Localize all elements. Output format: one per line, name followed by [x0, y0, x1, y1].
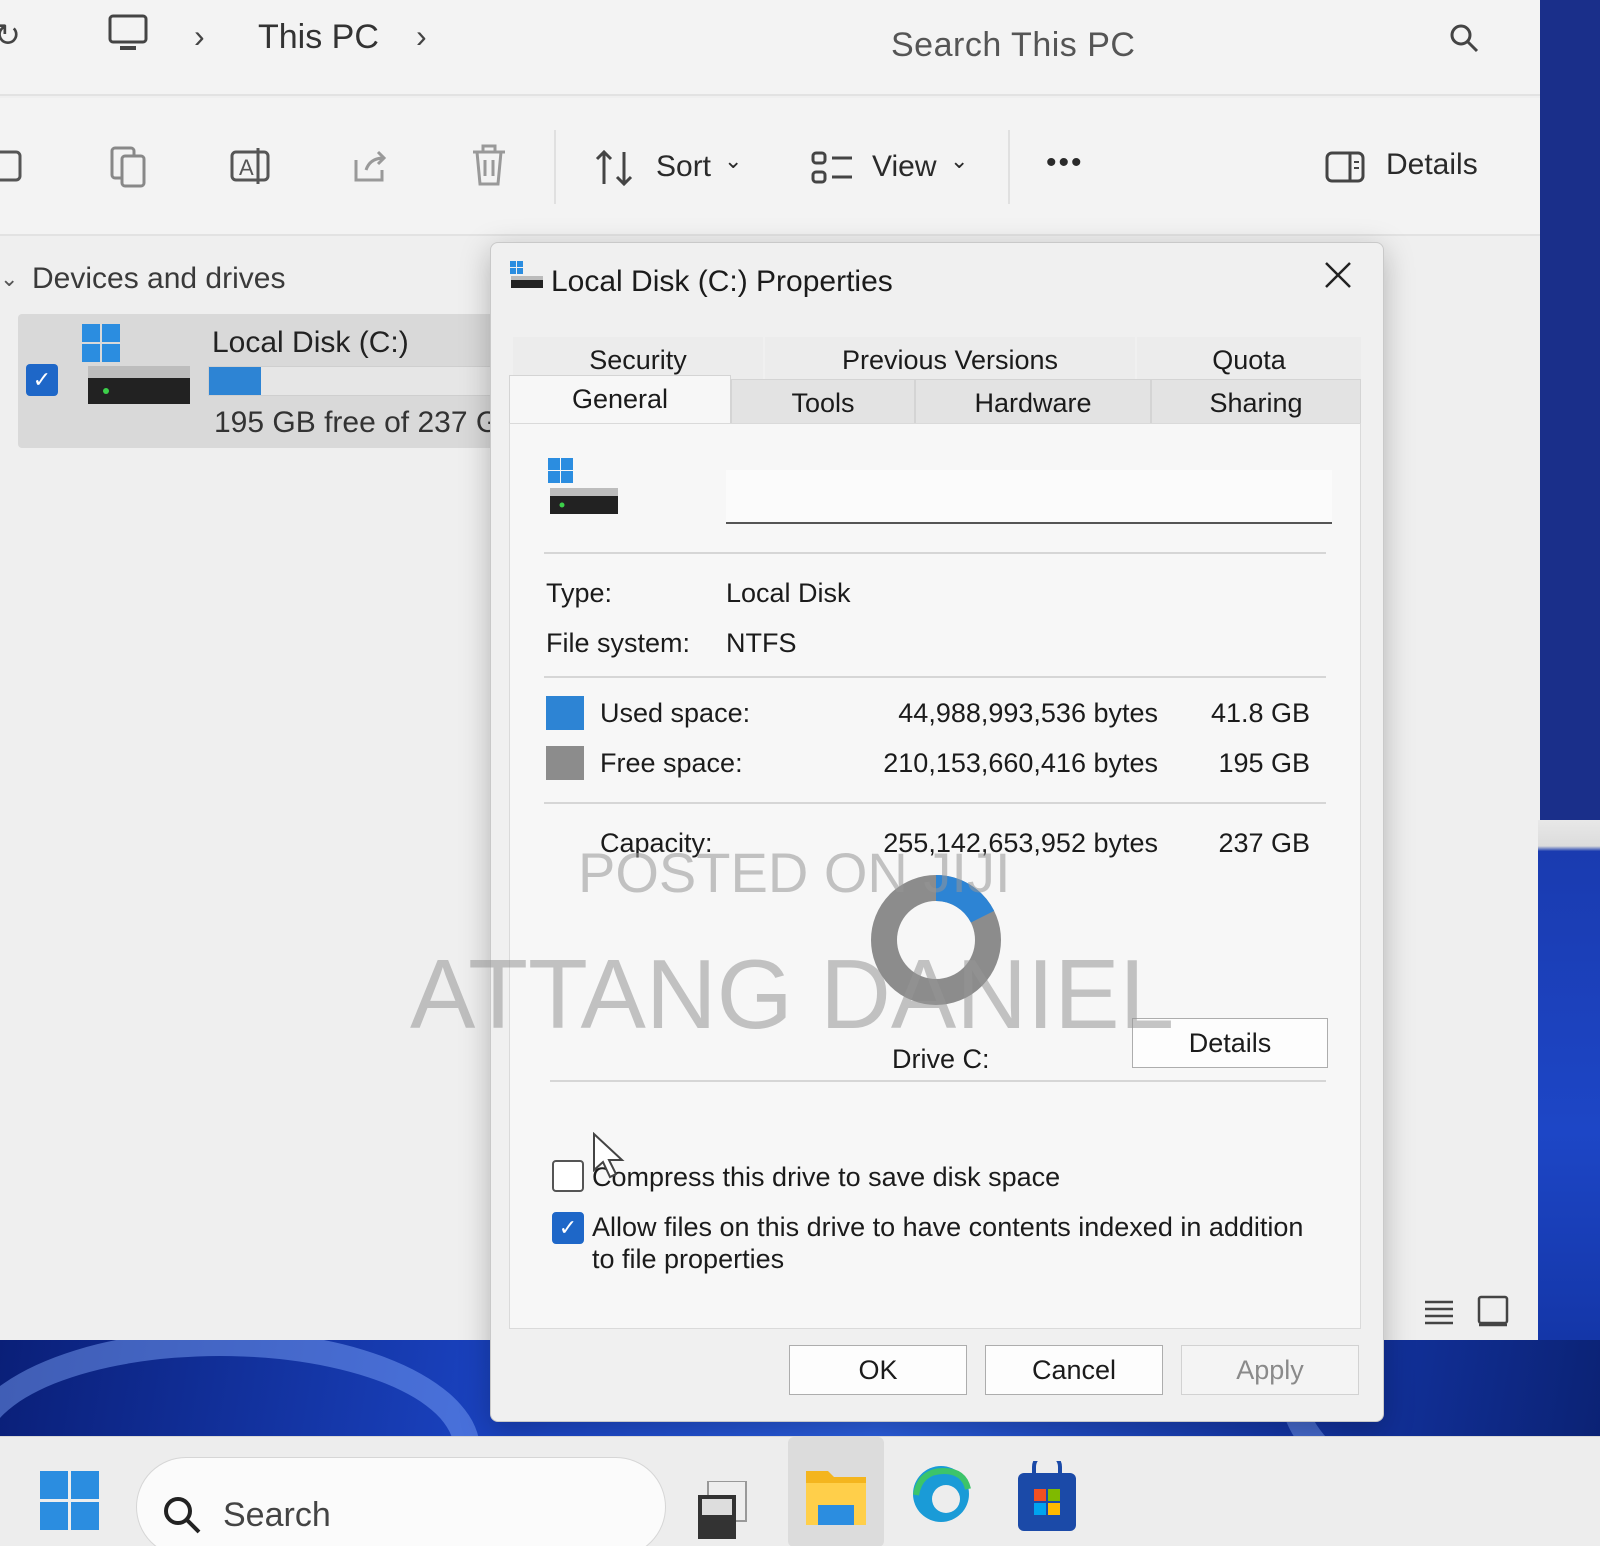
view-icon	[811, 151, 852, 184]
breadcrumb-this-pc[interactable]: This PC	[258, 18, 379, 57]
divider	[544, 676, 1326, 678]
used-space-label: Used space:	[600, 698, 751, 728]
search-icon[interactable]	[1448, 22, 1480, 59]
used-space-size: 41.8 GB	[1210, 698, 1310, 728]
watermark-line1: POSTED ON JIJI	[578, 841, 1011, 904]
details-view-icon[interactable]	[1422, 1294, 1456, 1333]
apply-button[interactable]: Apply	[1181, 1345, 1359, 1395]
search-input[interactable]: Search This PC	[891, 26, 1135, 65]
drive-usage-fill	[209, 367, 262, 395]
close-icon	[1325, 262, 1351, 288]
file-system-value: NTFS	[726, 628, 797, 658]
view-label: View	[872, 150, 937, 183]
details-pane-icon	[1325, 151, 1365, 183]
free-space-size: 195 GB	[1218, 748, 1310, 778]
this-pc-icon[interactable]	[106, 12, 150, 64]
tab-tools[interactable]: Tools	[731, 379, 915, 425]
chevron-right-icon[interactable]: ›	[194, 18, 205, 55]
search-box[interactable]: Search This PC	[846, 8, 1530, 84]
drive-title-icon	[509, 261, 545, 296]
devices-section-header[interactable]: Devices and drives	[32, 262, 285, 296]
drive-free-text: 195 GB free of 237 G	[214, 406, 500, 439]
tiles-view-icon[interactable]	[1476, 1294, 1510, 1333]
collapse-chevron-icon[interactable]: ⌄	[0, 266, 18, 292]
free-space-bytes: 210,153,660,416 bytes	[883, 748, 1158, 778]
dialog-title: Local Disk (C:) Properties	[551, 265, 893, 298]
drive-name: Local Disk (C:)	[212, 326, 409, 359]
toolbar-separator	[1008, 130, 1010, 204]
chevron-down-icon: ⌄	[950, 148, 969, 173]
share-icon[interactable]	[350, 146, 390, 191]
file-explorer-taskbar-button[interactable]	[788, 1437, 884, 1546]
type-value: Local Disk	[726, 578, 851, 608]
svg-text:A: A	[239, 155, 254, 180]
close-button[interactable]	[1323, 257, 1353, 299]
chevron-down-icon: ⌄	[724, 148, 743, 173]
used-space-swatch	[546, 696, 584, 730]
search-icon	[161, 1494, 203, 1541]
tab-sharing[interactable]: Sharing	[1151, 379, 1361, 425]
tab-hardware[interactable]: Hardware	[915, 379, 1151, 425]
details-pane-button[interactable]: Details	[1324, 146, 1504, 192]
toolbar-separator	[554, 130, 556, 204]
chevron-right-icon[interactable]: ›	[416, 18, 427, 55]
ok-button[interactable]: OK	[789, 1345, 967, 1395]
folder-icon	[804, 1465, 868, 1530]
divider	[544, 802, 1326, 804]
free-space-label: Free space:	[600, 748, 743, 778]
cut-icon[interactable]	[0, 146, 26, 191]
drive-select-checkbox[interactable]: ✓	[26, 364, 58, 396]
type-label: Type:	[546, 578, 613, 608]
free-space-swatch	[546, 746, 584, 780]
volume-label-input[interactable]	[726, 470, 1332, 524]
tab-general[interactable]: General	[509, 375, 731, 425]
view-button[interactable]: View ⌄	[810, 146, 980, 192]
drive-tile-c[interactable]: ✓ Local Disk (C:) 195 GB free of 237 G	[18, 314, 508, 448]
index-checkbox[interactable]: ✓	[552, 1212, 584, 1244]
rename-icon[interactable]: A	[228, 144, 272, 193]
drive-large-icon	[546, 458, 620, 523]
command-bar: A Sort ⌄ View ⌄ ••• Details	[0, 98, 1540, 236]
compress-checkbox[interactable]	[552, 1160, 584, 1192]
watermark-line2: ATTANG DANIEL	[410, 939, 1175, 1049]
desktop-wallpaper-edge	[1538, 820, 1600, 1340]
tab-quota[interactable]: Quota	[1137, 337, 1361, 383]
delete-icon[interactable]	[470, 144, 508, 193]
cancel-button[interactable]: Cancel	[985, 1345, 1163, 1395]
drive-usage-bar	[208, 366, 508, 396]
file-system-label: File system:	[546, 628, 691, 658]
taskbar: Search	[0, 1436, 1600, 1546]
mouse-cursor-icon	[592, 1131, 626, 1185]
taskbar-search-box[interactable]: Search	[136, 1457, 666, 1546]
edge-browser-icon[interactable]	[910, 1461, 972, 1532]
taskbar-search-input[interactable]: Search	[223, 1496, 331, 1535]
sort-label: Sort	[656, 150, 712, 183]
capacity-size: 237 GB	[1218, 828, 1310, 858]
compress-label[interactable]: Compress this drive to save disk space	[592, 1162, 1060, 1193]
properties-dialog: Local Disk (C:) Properties Security Prev…	[490, 242, 1384, 1422]
tab-previous-versions[interactable]: Previous Versions	[765, 337, 1135, 383]
copy-icon[interactable]	[108, 144, 148, 193]
index-label-line1[interactable]: Allow files on this drive to have conten…	[592, 1212, 1303, 1243]
used-space-bytes: 44,988,993,536 bytes	[898, 698, 1158, 728]
index-label-line2[interactable]: to file properties	[592, 1244, 784, 1275]
windows-drive-icon	[80, 324, 192, 419]
task-view-icon[interactable]	[696, 1480, 748, 1546]
start-button-icon[interactable]	[40, 1471, 100, 1536]
details-label: Details	[1386, 148, 1478, 181]
refresh-icon[interactable]: ↻	[0, 16, 21, 54]
divider	[550, 1080, 1326, 1082]
divider	[544, 552, 1326, 554]
microsoft-store-icon[interactable]	[1016, 1452, 1078, 1538]
sort-button[interactable]: Sort ⌄	[594, 146, 754, 192]
sort-icon	[595, 149, 633, 187]
more-options-button[interactable]: •••	[1046, 146, 1084, 180]
address-bar: ↻ › This PC › Search This PC	[0, 0, 1540, 96]
